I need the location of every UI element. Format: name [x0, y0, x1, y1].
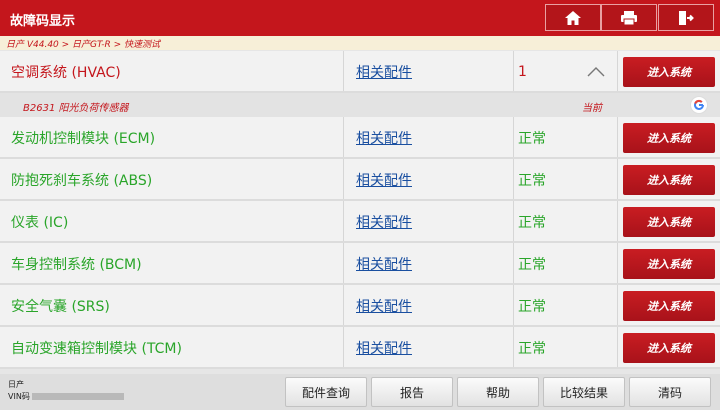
system-row-hvac[interactable]: 空调系统 (HVAC) 相关配件 1 进入系统: [0, 51, 720, 93]
clear-codes-button[interactable]: 清码: [629, 377, 711, 407]
bottom-toolbar: 日产 VIN码 配件查询 报告 帮助 比较结果 清码: [0, 374, 720, 410]
system-row-srs[interactable]: 安全气囊 (SRS) 相关配件 正常 进入系统: [0, 285, 720, 327]
related-parts-link[interactable]: 相关配件: [356, 212, 412, 232]
system-name: 仪表 (IC): [11, 215, 69, 231]
title-bar: 故障码显示: [0, 0, 720, 36]
dtc-state: 当前: [582, 103, 602, 114]
enter-system-button[interactable]: 进入系统: [623, 333, 715, 363]
related-parts-link[interactable]: 相关配件: [356, 338, 412, 358]
enter-system-button[interactable]: 进入系统: [623, 165, 715, 195]
google-search-icon[interactable]: [690, 96, 708, 114]
vin-redacted: [31, 393, 124, 400]
system-name: 自动变速箱控制模块 (TCM): [11, 341, 182, 357]
dtc-code: B2631 阳光负荷传感器: [23, 103, 129, 114]
vehicle-make: 日产: [8, 380, 24, 389]
enter-system-button[interactable]: 进入系统: [623, 57, 715, 87]
system-name: 安全气囊 (SRS): [11, 299, 110, 315]
system-row-bcm[interactable]: 车身控制系统 (BCM) 相关配件 正常 进入系统: [0, 243, 720, 285]
print-button[interactable]: [601, 4, 657, 31]
system-name: 车身控制系统 (BCM): [11, 257, 142, 273]
enter-system-button[interactable]: 进入系统: [623, 123, 715, 153]
related-parts-link[interactable]: 相关配件: [356, 128, 412, 148]
dtc-detail-row: B2631 阳光负荷传感器 当前: [0, 93, 720, 117]
printer-icon: [621, 10, 637, 25]
vehicle-info: 日产 VIN码: [8, 379, 124, 403]
system-list: 空调系统 (HVAC) 相关配件 1 进入系统 B2631 阳光负荷传感器 当前…: [0, 51, 720, 373]
system-row-ic[interactable]: 仪表 (IC) 相关配件 正常 进入系统: [0, 201, 720, 243]
system-status: 正常: [518, 257, 546, 273]
enter-system-button[interactable]: 进入系统: [623, 249, 715, 279]
system-name: 防抱死刹车系统 (ABS): [11, 173, 153, 189]
exit-icon: [679, 10, 694, 25]
report-button[interactable]: 报告: [371, 377, 453, 407]
system-row-abs[interactable]: 防抱死刹车系统 (ABS) 相关配件 正常 进入系统: [0, 159, 720, 201]
home-icon: [565, 10, 581, 25]
system-status: 正常: [518, 173, 546, 189]
breadcrumb: 日产 V44.40 > 日产GT-R > 快速测试: [6, 40, 160, 50]
breadcrumb-bar: 日产 V44.40 > 日产GT-R > 快速测试: [0, 36, 720, 50]
fault-count: 1: [518, 64, 527, 80]
parts-query-button[interactable]: 配件查询: [285, 377, 367, 407]
related-parts-link[interactable]: 相关配件: [356, 170, 412, 190]
related-parts-link[interactable]: 相关配件: [356, 296, 412, 316]
enter-system-button[interactable]: 进入系统: [623, 207, 715, 237]
home-button[interactable]: [545, 4, 601, 31]
system-name: 发动机控制模块 (ECM): [11, 131, 156, 147]
page-title: 故障码显示: [10, 14, 76, 29]
system-status: 正常: [518, 341, 546, 357]
vin-label: VIN码: [8, 392, 30, 401]
exit-button[interactable]: [658, 4, 714, 31]
enter-system-button[interactable]: 进入系统: [623, 291, 715, 321]
system-row-tcm[interactable]: 自动变速箱控制模块 (TCM) 相关配件 正常 进入系统: [0, 327, 720, 369]
system-name: 空调系统 (HVAC): [11, 65, 121, 81]
system-status: 正常: [518, 215, 546, 231]
compare-results-button[interactable]: 比较结果: [543, 377, 625, 407]
system-status: 正常: [518, 131, 546, 147]
related-parts-link[interactable]: 相关配件: [356, 62, 412, 82]
related-parts-link[interactable]: 相关配件: [356, 254, 412, 274]
chevron-up-icon[interactable]: [587, 66, 605, 77]
system-row-ecm[interactable]: 发动机控制模块 (ECM) 相关配件 正常 进入系统: [0, 117, 720, 159]
help-button[interactable]: 帮助: [457, 377, 539, 407]
system-status: 正常: [518, 299, 546, 315]
